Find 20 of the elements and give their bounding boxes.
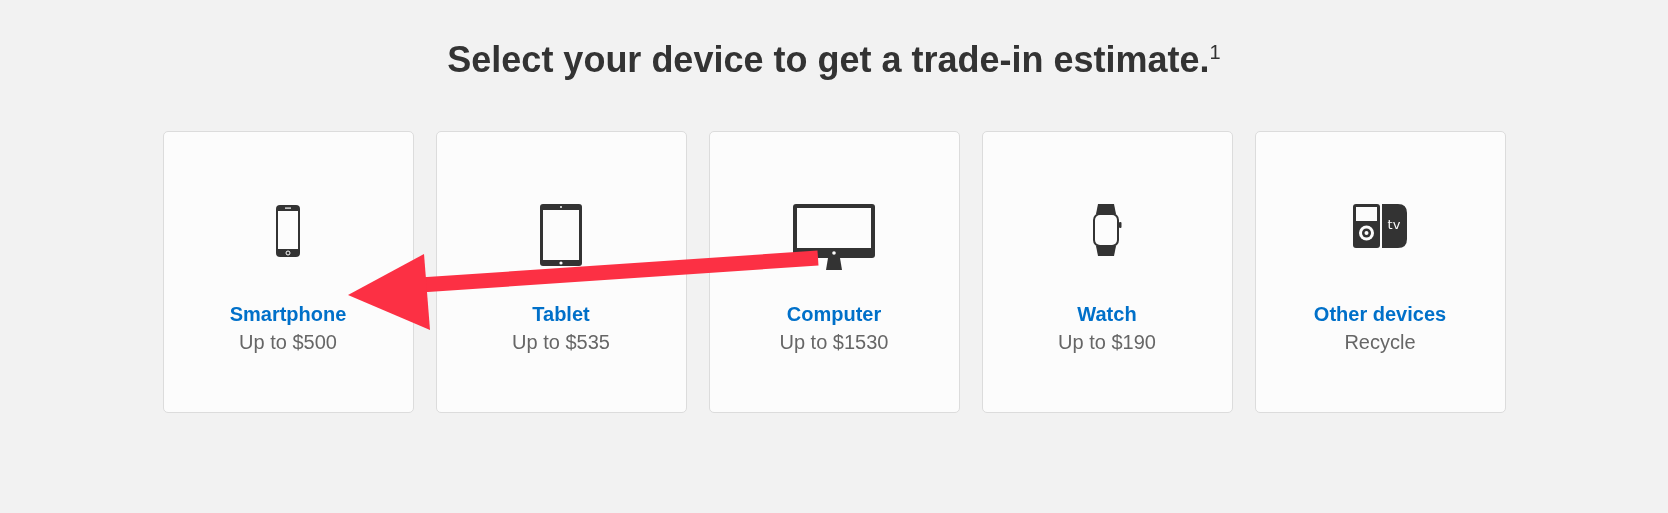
device-name: Watch	[1077, 302, 1137, 327]
watch-icon	[1092, 204, 1122, 256]
page-heading: Select your device to get a trade-in estimate.$^{1}$	[446, 38, 1222, 80]
trade-in-value: Up to $1530	[779, 330, 889, 355]
device-card[interactable]: Smartphone Up to $500	[162, 131, 414, 413]
device-name: Computer	[786, 302, 882, 327]
device-card[interactable]: Tablet Up to $535	[435, 131, 687, 413]
trade-in-value: Up to $500	[239, 330, 337, 355]
tablet-icon	[540, 204, 582, 266]
smartphone-icon	[275, 204, 301, 258]
device-name: Tablet	[532, 302, 590, 327]
device-name: Smartphone	[229, 302, 347, 327]
device-name: Other devices	[1313, 302, 1447, 327]
trade-in-value: Recycle	[1344, 330, 1416, 355]
trade-in-value: Up to $535	[512, 330, 610, 355]
device-card[interactable]: tv Other devices Recycle	[1254, 131, 1506, 413]
computer-icon	[793, 204, 875, 272]
device-card[interactable]: Watch Up to $190	[981, 131, 1233, 413]
device-card[interactable]: Computer Up to $1530	[708, 131, 960, 413]
trade-in-value: Up to $190	[1058, 330, 1156, 355]
